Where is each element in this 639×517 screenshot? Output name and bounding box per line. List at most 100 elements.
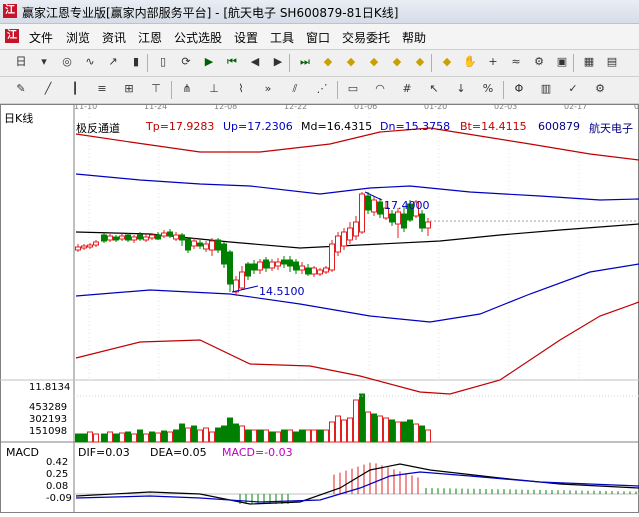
calculator-icon[interactable]: ▦ <box>580 53 598 71</box>
volume-bar <box>245 429 251 443</box>
volume-bar <box>425 429 431 443</box>
candle-body <box>371 199 377 213</box>
trend-icon[interactable]: ↗ <box>104 53 122 71</box>
dropdown-icon[interactable]: ▾ <box>35 53 53 71</box>
date-tick: 01-20 <box>424 104 447 111</box>
menu-info[interactable]: 资讯 <box>102 29 126 46</box>
menu-settings[interactable]: 设置 <box>234 29 258 46</box>
candle-body <box>209 240 215 251</box>
pen-icon[interactable]: ✎ <box>12 80 30 98</box>
diamond-icon[interactable]: ◆ <box>411 53 429 71</box>
volume-bar <box>281 429 287 443</box>
volume-bar <box>227 417 233 443</box>
bar-icon[interactable]: ▯ <box>154 53 172 71</box>
diamond-icon[interactable]: ◆ <box>388 53 406 71</box>
line-icon[interactable]: ╱ <box>39 80 57 98</box>
candle-body <box>215 239 221 251</box>
next-icon[interactable]: ▶ <box>269 53 287 71</box>
draw6-icon[interactable]: ⌇ <box>232 80 250 98</box>
channel-icon[interactable]: ⫽ <box>286 80 304 98</box>
menu-browse[interactable]: 浏览 <box>66 29 90 46</box>
volume-bar <box>107 431 113 443</box>
last-icon[interactable]: ⏭ <box>296 53 314 71</box>
diamond-icon[interactable]: ◆ <box>342 53 360 71</box>
arrow-icon[interactable]: ↖ <box>425 80 443 98</box>
candle-body <box>395 211 401 225</box>
arc-icon[interactable]: ◠ <box>371 80 389 98</box>
brain-icon[interactable]: ◎ <box>58 53 76 71</box>
volume-bar <box>191 425 197 443</box>
date-tick: 02-03 <box>494 104 517 111</box>
candle-body <box>227 251 233 285</box>
menu-formula[interactable]: 公式选股 <box>174 29 222 46</box>
candle-body <box>269 261 275 269</box>
more-icon[interactable]: » <box>259 80 277 98</box>
volume-tick: 302193 <box>29 414 68 425</box>
percent-icon[interactable]: % <box>479 80 497 98</box>
candle-body <box>107 235 113 241</box>
menu-gann[interactable]: 江恩 <box>138 29 162 46</box>
fib-icon[interactable]: Φ <box>510 80 528 98</box>
stock-code: 600879 <box>538 120 580 133</box>
macd-dea: DEA=0.05 <box>150 446 207 459</box>
fan-icon[interactable]: ⋰ <box>313 80 331 98</box>
refresh-icon[interactable]: ⟳ <box>177 53 195 71</box>
candle-body <box>113 236 119 241</box>
ruler-icon[interactable]: ┃ <box>66 80 84 98</box>
draw4-icon[interactable]: ⋔ <box>178 80 196 98</box>
macd-dif: DIF=0.03 <box>78 446 130 459</box>
flag-icon[interactable]: ▶ <box>200 53 218 71</box>
volume-bar <box>101 433 107 443</box>
box-icon[interactable]: ▭ <box>344 80 362 98</box>
high-price-label: 17.4000 <box>384 199 430 212</box>
grid2-icon[interactable]: # <box>398 80 416 98</box>
draw2-icon[interactable]: ⊞ <box>120 80 138 98</box>
candle-body <box>401 213 407 229</box>
candle-body <box>131 236 137 241</box>
day-k-line-icon[interactable]: 日 <box>12 53 30 71</box>
prev-icon[interactable]: ◀ <box>246 53 264 71</box>
candle-body <box>155 234 161 240</box>
candle-body <box>317 269 323 275</box>
signal-icon[interactable]: ∿ <box>81 53 99 71</box>
app-logo-icon[interactable]: 江 <box>5 29 19 43</box>
menu-help[interactable]: 帮助 <box>402 29 426 46</box>
down-arrow-icon[interactable]: ↓ <box>452 80 470 98</box>
volume-icon[interactable]: ▮ <box>127 53 145 71</box>
channel-dn-line <box>75 263 639 323</box>
window-title: 赢家江恩专业版[赢家内部服务平台] - [航天电子 SH600879-81日K线… <box>22 6 399 20</box>
settings-icon[interactable]: ⚙ <box>591 80 609 98</box>
draw5-icon[interactable]: ⊥ <box>205 80 223 98</box>
chart-icon[interactable]: ▥ <box>537 80 555 98</box>
gear-icon[interactable]: ⚙ <box>530 53 548 71</box>
volume-bar <box>365 411 371 443</box>
volume-bar <box>341 419 347 443</box>
menu-file[interactable]: 文件 <box>29 29 53 46</box>
volume-bar <box>269 431 275 443</box>
volume-bar <box>203 427 209 443</box>
draw3-icon[interactable]: ⊤ <box>147 80 165 98</box>
chart-area[interactable]: 11-10 11-24 12-08 12-22 01-06 01-20 02-03 02-17… <box>0 102 639 513</box>
candle-body <box>341 231 347 247</box>
diamond-icon[interactable]: ◆ <box>438 53 456 71</box>
wave-icon[interactable]: ≈ <box>507 53 525 71</box>
menu-tools[interactable]: 工具 <box>270 29 294 46</box>
diamond-icon[interactable]: ◆ <box>319 53 337 71</box>
window-icon[interactable]: ▣ <box>553 53 571 71</box>
check-icon[interactable]: ✓ <box>564 80 582 98</box>
candle-body <box>93 241 99 246</box>
menu-trade[interactable]: 交易委托 <box>342 29 390 46</box>
first-icon[interactable]: ⏮ <box>223 53 241 71</box>
diamond-icon[interactable]: ◆ <box>365 53 383 71</box>
volume-bar <box>287 429 293 443</box>
macd-tick: -0.09 <box>46 493 72 504</box>
candle-body <box>185 238 191 251</box>
candle-body <box>257 261 263 271</box>
draw1-icon[interactable]: ≡ <box>93 80 111 98</box>
crosshair-icon[interactable]: + <box>484 53 502 71</box>
candle-body <box>251 263 257 271</box>
menu-window[interactable]: 窗口 <box>306 29 330 46</box>
volume-bar <box>401 421 407 443</box>
hand-icon[interactable]: ✋ <box>461 53 479 71</box>
grid-icon[interactable]: ▤ <box>603 53 621 71</box>
